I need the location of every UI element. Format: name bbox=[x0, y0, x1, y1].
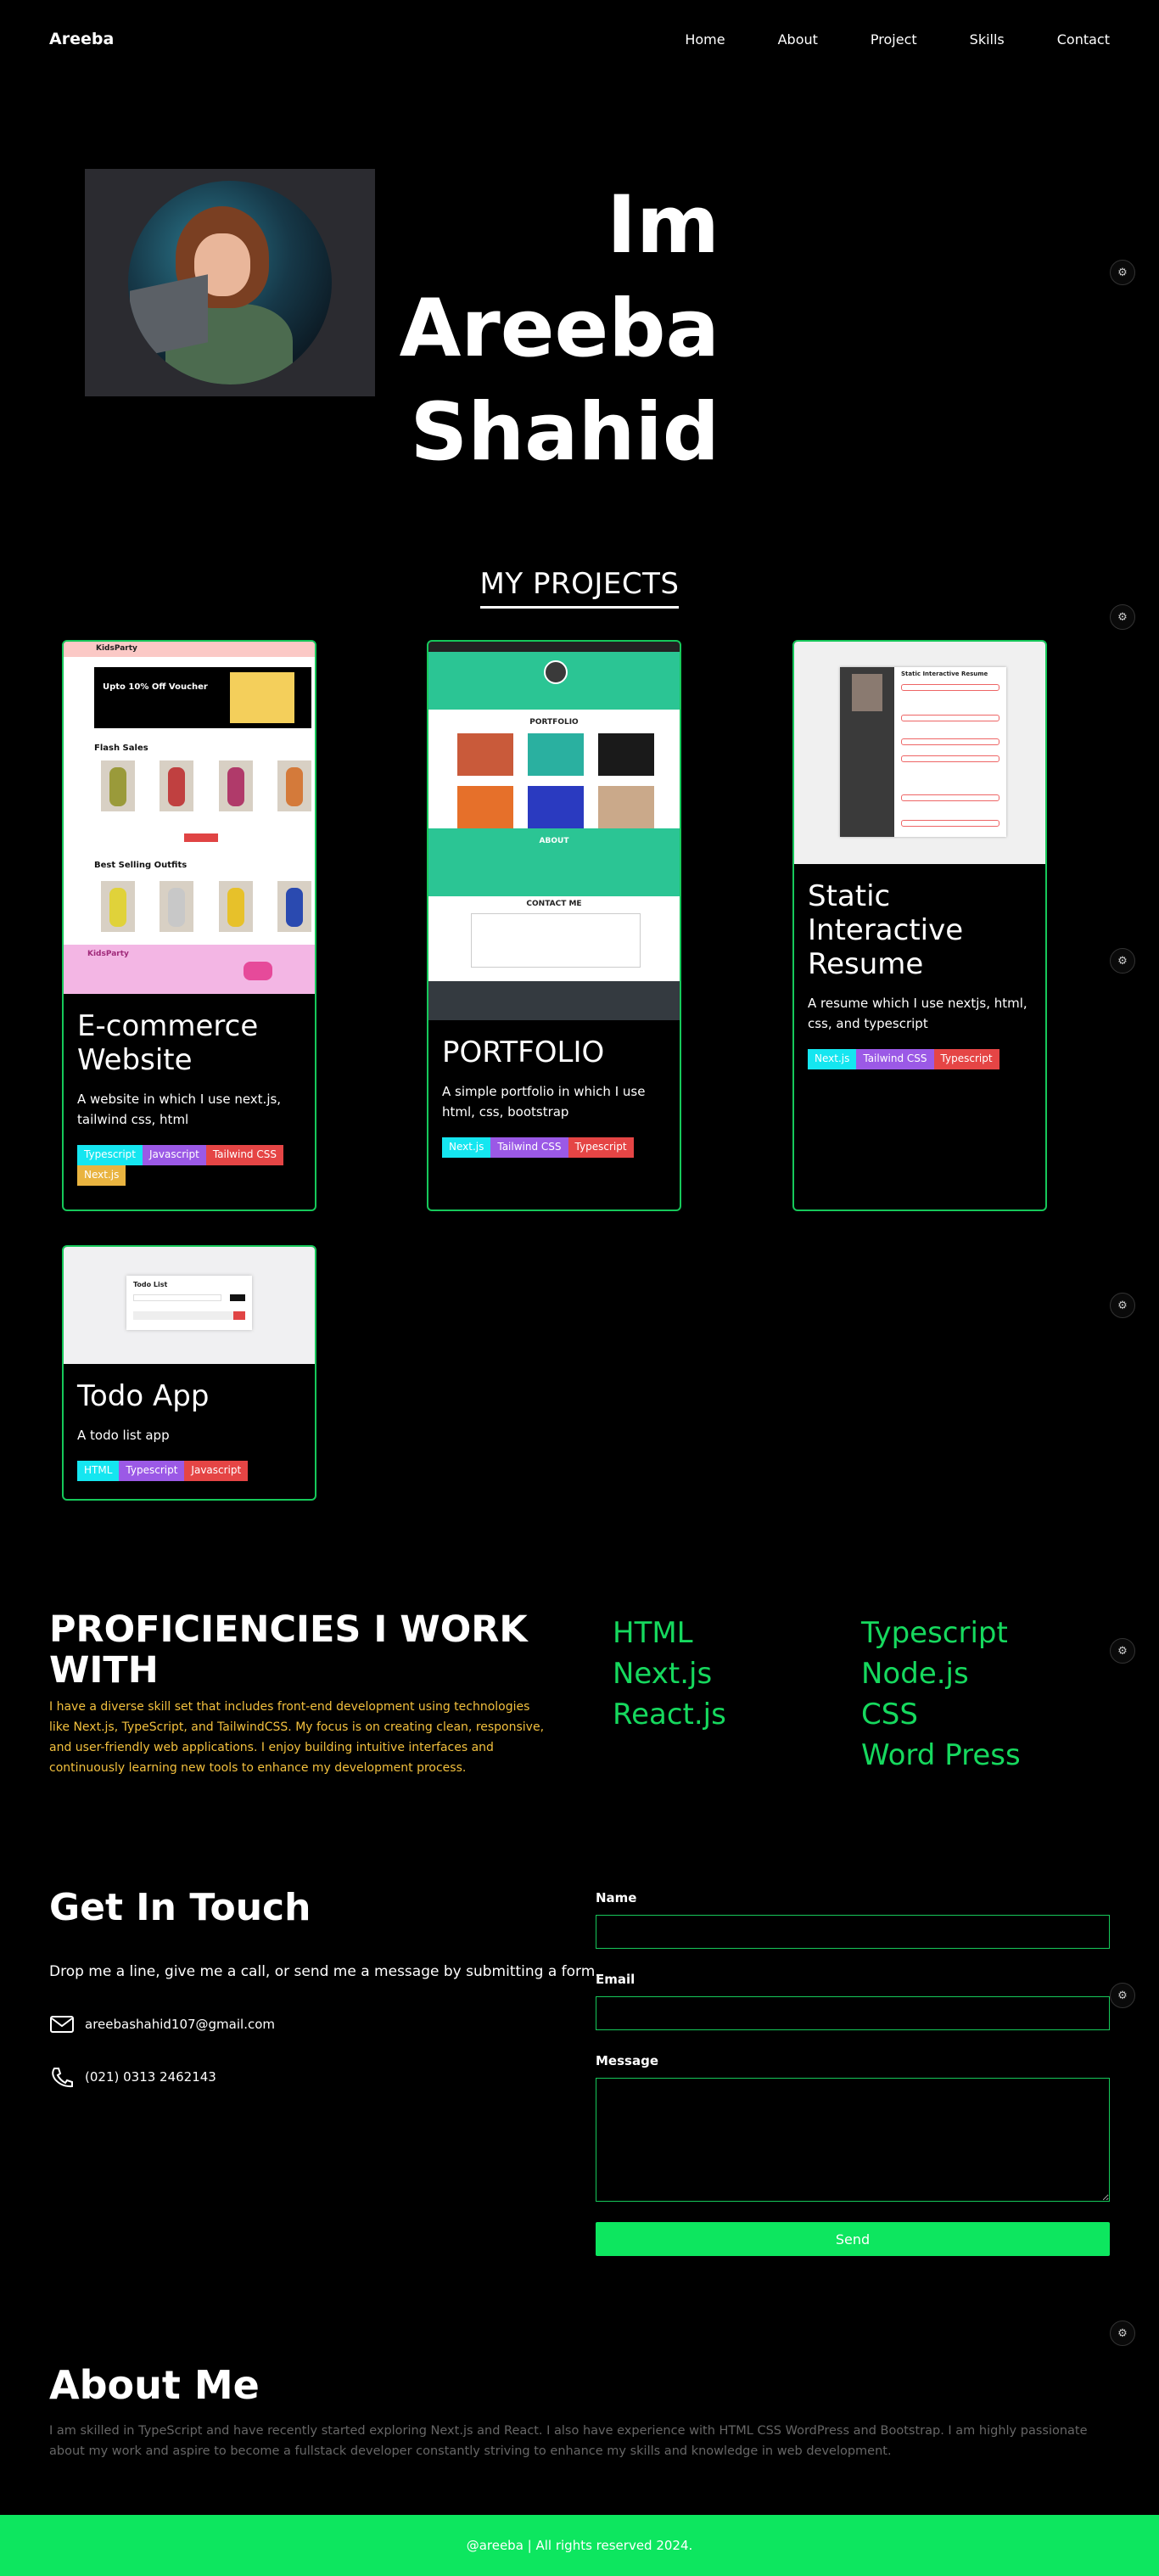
project-screenshot: Static Interactive Resume bbox=[794, 642, 1045, 864]
skill-item: HTML bbox=[613, 1616, 693, 1650]
settings-toggle-icon[interactable]: ⚙ bbox=[1110, 1983, 1135, 2008]
about-text: I am skilled in TypeScript and have rece… bbox=[49, 2424, 1088, 2458]
tag-badge: Javascript bbox=[184, 1461, 249, 1481]
proficiencies-text: I have a diverse skill set that includes… bbox=[49, 1700, 545, 1775]
skills-column-1: HTML Next.js React.js bbox=[613, 1613, 726, 1735]
skill-item: Word Press bbox=[861, 1738, 1021, 1772]
tag-badge: Javascript bbox=[143, 1145, 206, 1165]
project-card-resume[interactable]: Static Interactive Resume Static Interac… bbox=[792, 640, 1047, 1211]
nav-link-home[interactable]: Home bbox=[685, 31, 725, 48]
hero-avatar-image bbox=[85, 169, 375, 396]
settings-toggle-icon[interactable]: ⚙ bbox=[1110, 1293, 1135, 1318]
proficiencies-title: PROFICIENCIES I WORK WITH bbox=[49, 1608, 528, 1692]
tag-badge: Typescript bbox=[77, 1145, 143, 1165]
tag-badge: Typescript bbox=[119, 1461, 185, 1481]
name-field[interactable] bbox=[596, 1915, 1110, 1949]
hero-line-2: Areeba bbox=[399, 283, 719, 375]
project-screenshot: PORTFOLIO ABOUT CONTACT ME bbox=[428, 642, 680, 1020]
send-button[interactable]: Send bbox=[596, 2222, 1110, 2256]
tag-badge: Tailwind CSS bbox=[490, 1137, 568, 1158]
nav-link-contact[interactable]: Contact bbox=[1057, 31, 1110, 48]
contact-email: areebashahid107@gmail.com bbox=[49, 2013, 275, 2035]
phone-icon bbox=[52, 2068, 73, 2088]
tag-badge: Typescript bbox=[568, 1137, 634, 1158]
project-card-portfolio[interactable]: PORTFOLIO ABOUT CONTACT ME PORTFOLIO A s… bbox=[427, 640, 681, 1211]
site-logo[interactable]: Areeba bbox=[49, 30, 114, 48]
project-title: Static Interactive Resume bbox=[808, 879, 964, 981]
project-description: A website in which I use next.js, tailwi… bbox=[77, 1092, 282, 1127]
footer: @areeba | All rights reserved 2024. bbox=[0, 2515, 1159, 2576]
project-card-ecommerce[interactable]: KidsParty Upto 10% Off Voucher Flash Sal… bbox=[62, 640, 316, 1211]
project-tags: Next.js Tailwind CSS Typescript bbox=[808, 1049, 1032, 1069]
project-title: PORTFOLIO bbox=[442, 1035, 605, 1069]
project-description: A resume which I use nextjs, html, css, … bbox=[808, 996, 1027, 1031]
project-card-todo[interactable]: Todo List Todo App A todo list app HTML … bbox=[62, 1245, 316, 1501]
project-title: Todo App bbox=[77, 1379, 210, 1413]
project-description: A simple portfolio in which I use html, … bbox=[442, 1084, 646, 1120]
hero-line-1: Im bbox=[607, 179, 719, 272]
project-tags: HTML Typescript Javascript bbox=[77, 1461, 301, 1481]
project-screenshot: KidsParty Upto 10% Off Voucher Flash Sal… bbox=[64, 642, 315, 994]
project-tags: Typescript Javascript Tailwind CSS Next.… bbox=[77, 1145, 301, 1186]
about-title: About Me bbox=[49, 2362, 260, 2408]
contact-phone: (021) 0313 2462143 bbox=[49, 2066, 216, 2088]
skills-column-2: Typescript Node.js CSS Word Press bbox=[861, 1613, 1021, 1776]
nav-links: Home About Project Skills Contact bbox=[632, 31, 1110, 48]
footer-text: @areeba | All rights reserved 2024. bbox=[466, 2538, 693, 2553]
mail-icon bbox=[50, 2016, 74, 2033]
tag-badge: Next.js bbox=[442, 1137, 491, 1158]
projects-section-title: MY PROJECTS bbox=[0, 567, 1159, 609]
nav-link-skills[interactable]: Skills bbox=[970, 31, 1005, 48]
tag-badge: Tailwind CSS bbox=[205, 1145, 283, 1165]
hero-title: Im Areeba Shahid bbox=[400, 174, 719, 485]
project-title: E-commerce Website bbox=[77, 1009, 259, 1077]
tag-badge: Typescript bbox=[933, 1049, 999, 1069]
avatar-illustration bbox=[128, 181, 332, 384]
contact-title: Get In Touch bbox=[49, 1886, 311, 1929]
message-label: Message bbox=[596, 2053, 658, 2068]
settings-toggle-icon[interactable]: ⚙ bbox=[1110, 948, 1135, 974]
skill-item: Typescript bbox=[861, 1616, 1008, 1650]
message-field[interactable] bbox=[596, 2078, 1110, 2202]
project-screenshot: Todo List bbox=[64, 1247, 315, 1364]
name-label: Name bbox=[596, 1890, 637, 1905]
project-tags: Next.js Tailwind CSS Typescript bbox=[442, 1137, 666, 1158]
skill-item: React.js bbox=[613, 1698, 726, 1731]
project-description: A todo list app bbox=[77, 1428, 170, 1443]
contact-subtitle: Drop me a line, give me a call, or send … bbox=[49, 1963, 600, 1980]
email-text[interactable]: areebashahid107@gmail.com bbox=[85, 2017, 275, 2032]
nav-link-project[interactable]: Project bbox=[871, 31, 917, 48]
email-label: Email bbox=[596, 1972, 635, 1987]
tag-badge: Tailwind CSS bbox=[856, 1049, 934, 1069]
tag-badge: Next.js bbox=[77, 1165, 126, 1186]
nav-link-about[interactable]: About bbox=[778, 31, 818, 48]
hero-line-3: Shahid bbox=[410, 386, 719, 479]
settings-toggle-icon[interactable]: ⚙ bbox=[1110, 1638, 1135, 1664]
navbar: Areeba Home About Project Skills Contact bbox=[0, 0, 1159, 78]
tag-badge: Next.js bbox=[808, 1049, 857, 1069]
settings-toggle-icon[interactable]: ⚙ bbox=[1110, 2321, 1135, 2346]
phone-text[interactable]: (021) 0313 2462143 bbox=[85, 2069, 216, 2085]
skill-item: Next.js bbox=[613, 1657, 713, 1691]
email-field[interactable] bbox=[596, 1996, 1110, 2030]
settings-toggle-icon[interactable]: ⚙ bbox=[1110, 260, 1135, 285]
skill-item: Node.js bbox=[861, 1657, 969, 1691]
skill-item: CSS bbox=[861, 1698, 918, 1731]
tag-badge: HTML bbox=[77, 1461, 120, 1481]
